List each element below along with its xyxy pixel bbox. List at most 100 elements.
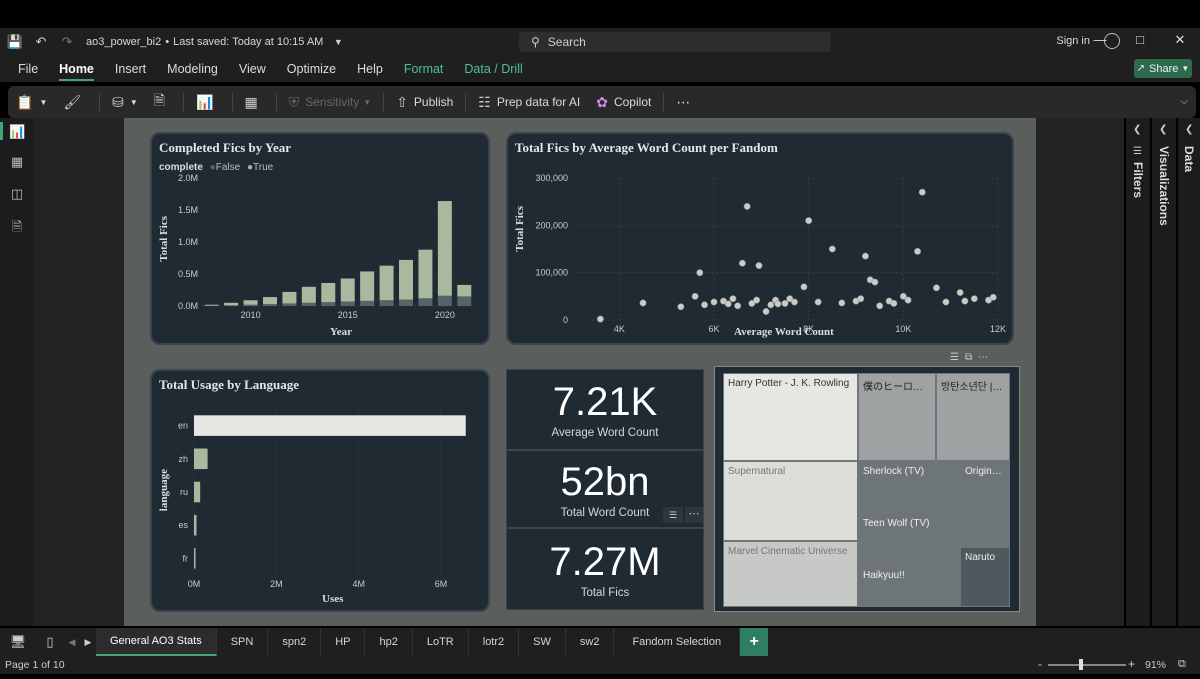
tab-sw[interactable]: SW [519,628,566,656]
chevron-left-icon[interactable]: ❮ [1159,124,1167,135]
fit-to-page-icon[interactable]: ⧉ [1178,658,1186,671]
minimize-icon[interactable]: — [1080,32,1120,47]
data-label: Data [1182,146,1196,173]
y-tick-label: 200,000 [535,220,568,230]
tab-general-ao3-stats[interactable]: General AO3 Stats [96,628,217,656]
kpi-total-word-count[interactable]: 52bn Total Word Count ☰ ⋯ [506,450,704,528]
excel-button[interactable]: 🗎 [146,90,179,114]
get-data-button[interactable]: ⛁ ▼ [104,94,146,111]
filters-pane[interactable]: ❮ ☰ Filters [1126,118,1150,626]
more-options-button[interactable]: ⋯ [668,94,699,111]
tab-lotr2[interactable]: lotr2 [469,628,520,656]
visualizations-pane[interactable]: ❮ Visualizations [1152,118,1176,626]
completed-fics-chart[interactable]: Completed Fics by Year complete ●False ●… [150,132,490,345]
tab-fandom-selection[interactable]: Fandom Selection [614,628,741,656]
treemap-cell[interactable]: Naruto [960,547,1010,607]
treemap-cell[interactable]: Sherlock (TV) [858,461,960,513]
dax-query-icon[interactable]: 🗎 [9,218,25,234]
language-chart[interactable]: Total Usage by Language 0M 2M 4M 6M en zh ru es… [150,369,490,612]
model-view-icon[interactable]: ◫ [9,186,25,201]
undo-icon[interactable]: ↶ [30,34,52,50]
desktop-layout-icon[interactable]: 🖥 [0,634,36,650]
redo-icon[interactable]: ↷ [56,34,78,50]
menu-format[interactable]: Format [404,62,444,76]
bar-true [263,297,277,305]
chevron-left-icon[interactable]: ◀ [64,637,80,648]
zoom-out-icon[interactable]: - [1038,657,1042,671]
menu-data-drill[interactable]: Data / Drill [464,62,522,76]
tab-lotr[interactable]: LoTR [413,628,469,656]
new-visual-button[interactable]: 📊 [188,94,227,111]
scatter-point [918,188,926,196]
kpi-average-word-count[interactable]: 7.21K Average Word Count [506,369,704,450]
treemap-cell[interactable]: Harry Potter - J. K. Rowling [723,373,858,461]
chevron-left-icon[interactable]: ❮ [1133,124,1141,135]
tab-sw2[interactable]: sw2 [566,628,615,656]
more-options-icon[interactable]: ⋯ [978,352,988,363]
treemap-cell[interactable]: Original Work [960,461,1010,547]
fandom-treemap[interactable]: Harry Potter - J. K. Rowling 僕のヒーローアカデミア… [714,366,1020,612]
publish-button[interactable]: ⇧ Publish [388,94,461,111]
filter-icon[interactable]: ☰ [663,507,683,523]
treemap-cell[interactable]: 僕のヒーローアカデミア [858,373,936,461]
report-view-icon[interactable]: 📊 [0,122,25,140]
tab-hp2[interactable]: hp2 [365,628,413,656]
calculator-button[interactable]: ▦ [237,94,272,111]
share-button[interactable]: ↗ Share ▼ [1134,59,1192,78]
paste-button[interactable]: 📋 ▼ [8,94,55,111]
scatter-point [701,301,708,309]
add-page-button[interactable]: + [740,628,769,656]
title-bar: 💾 ↶ ↷ ao3_power_bi2 • Last saved: Today … [0,28,1200,56]
visualizations-label: Visualizations [1157,146,1171,226]
menu-file[interactable]: File [18,62,38,76]
tab-spn[interactable]: SPN [217,628,269,656]
table-view-icon[interactable]: ▦ [9,154,25,169]
chevron-right-icon[interactable]: ▶ [80,637,96,648]
chevron-down-icon[interactable]: ▼ [327,37,349,47]
collapse-ribbon-icon[interactable]: ⌵ [1180,96,1188,107]
sensitivity-button[interactable]: ⛨ Sensitivity ▼ [281,94,379,111]
menu-insert[interactable]: Insert [115,62,146,76]
tab-spn2[interactable]: spn2 [268,628,322,656]
more-options-icon[interactable]: ⋯ [685,507,703,523]
copilot-button[interactable]: ✿ Copilot [588,94,659,111]
menu-optimize[interactable]: Optimize [287,62,336,76]
treemap-cell[interactable]: Teen Wolf (TV) [858,513,960,565]
bar-true [418,249,433,299]
treemap-cell[interactable]: Marvel Cinematic Universe [723,541,858,607]
focus-mode-icon[interactable]: ⧉ [965,352,972,363]
prep-data-button[interactable]: ☷ Prep data for AI [470,94,588,111]
format-painter-button[interactable]: 🖌 [55,94,95,111]
bar-chart-icon: 📊 [196,93,214,110]
language-bar [194,448,208,470]
menu-modeling[interactable]: Modeling [167,62,218,76]
chevron-left-icon[interactable]: ❮ [1185,124,1193,135]
save-icon[interactable]: 💾 [4,34,26,50]
zoom-slider[interactable] [1048,664,1126,666]
bar-true [243,300,258,305]
scatter-chart[interactable]: Total Fics by Average Word Count per Fan… [506,132,1014,345]
zoom-slider-thumb[interactable] [1079,659,1083,670]
maximize-icon[interactable]: □ [1120,32,1160,47]
tab-hp[interactable]: HP [321,628,366,656]
search-box[interactable]: ⚲ Search [519,32,831,52]
data-pane[interactable]: ❮ Data [1178,118,1200,626]
kpi-label: Average Word Count [551,427,659,439]
scatter-point [800,283,808,291]
kpi-total-fics[interactable]: 7.27M Total Fics [506,528,704,610]
y-tick-label: zh [178,454,188,464]
treemap-cell[interactable]: 방탄소년단 | Bangtan Boys [936,373,1010,461]
kpi-value: 7.21K [552,380,658,424]
close-icon[interactable]: ✕ [1160,32,1200,48]
zoom-in-icon[interactable]: + [1128,657,1135,671]
filter-icon: ☰ [1133,146,1142,157]
menu-view[interactable]: View [239,62,266,76]
treemap-cell[interactable]: Supernatural [723,461,858,541]
menu-help[interactable]: Help [357,62,383,76]
filter-icon[interactable]: ☰ [950,352,959,363]
mobile-layout-icon[interactable]: ▯ [36,634,64,650]
bar-false [224,305,239,306]
menu-home[interactable]: Home [59,62,94,81]
treemap-cell[interactable]: Haikyuu!! [858,565,960,607]
copilot-icon: ✿ [596,93,608,110]
